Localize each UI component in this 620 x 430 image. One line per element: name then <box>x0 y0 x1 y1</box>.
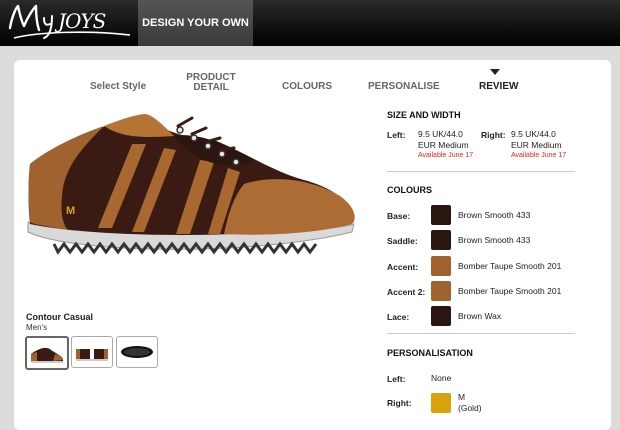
size-left-label: Left: <box>387 130 406 140</box>
personalisation-right-value: M <box>458 392 466 402</box>
colour-name-accent-2: Bomber Taupe Smooth 201 <box>458 286 562 296</box>
product-name: Contour Casual <box>26 312 94 322</box>
thumbnail-side-view[interactable] <box>25 336 69 370</box>
colour-label-base: Base: <box>387 211 411 221</box>
width-right-value: EUR Medium <box>511 140 562 150</box>
current-step-arrow-icon <box>490 69 500 75</box>
shoe-pair-thumbnail-icon <box>76 349 108 361</box>
personalisation-left-value: None <box>431 373 452 383</box>
colour-swatch-lace <box>431 306 451 326</box>
size-right-label: Right: <box>481 130 506 140</box>
colour-swatch-base <box>431 205 451 225</box>
personalisation-right-label: Right: <box>387 398 412 408</box>
colour-label-accent-2: Accent 2: <box>387 287 426 297</box>
svg-text:JOYS: JOYS <box>54 9 106 33</box>
personalisation-left-label: Left: <box>387 374 406 384</box>
colour-label-accent: Accent: <box>387 262 419 272</box>
design-your-own-tab[interactable]: DESIGN YOUR OWN <box>138 0 253 46</box>
colour-swatch-accent-2 <box>431 281 451 301</box>
colour-swatch-accent <box>431 256 451 276</box>
colour-label-lace: Lace: <box>387 312 410 322</box>
shoe-sole-thumbnail-icon <box>121 346 153 358</box>
monogram-text: M <box>66 205 75 217</box>
top-bar: JOYS DESIGN YOUR OWN <box>0 0 620 46</box>
thumbnail-pair-view[interactable] <box>71 336 113 368</box>
right-availability: Available June 17 <box>511 152 567 159</box>
step-review[interactable]: REVIEW <box>479 82 518 92</box>
width-left-value: EUR Medium <box>418 140 469 150</box>
size-left-value: 9.5 UK/44.0 <box>418 129 463 139</box>
colour-label-saddle: Saddle: <box>387 236 418 246</box>
left-availability: Available June 17 <box>418 152 474 159</box>
divider <box>387 171 575 172</box>
product-gender: Men's <box>26 323 48 332</box>
step-personalise[interactable]: PERSONALISE <box>368 82 440 92</box>
colour-name-saddle: Brown Smooth 433 <box>458 235 531 245</box>
shoe-preview-image: M <box>27 114 355 255</box>
colour-name-accent: Bomber Taupe Smooth 201 <box>458 261 562 271</box>
colours-title: COLOURS <box>387 185 432 195</box>
myjoys-logo[interactable]: JOYS <box>8 2 133 44</box>
shoe-side-thumbnail-icon <box>31 347 63 363</box>
divider <box>387 333 575 334</box>
colour-name-base: Brown Smooth 433 <box>458 210 531 220</box>
size-width-title: SIZE AND WIDTH <box>387 110 461 120</box>
logo-swoosh-icon: JOYS <box>8 4 131 39</box>
personalisation-title: PERSONALISATION <box>387 348 473 358</box>
thumbnail-sole-view[interactable] <box>116 336 158 368</box>
colour-name-lace: Brown Wax <box>458 311 502 321</box>
personalisation-gold-swatch <box>431 393 451 413</box>
size-right-value: 9.5 UK/44.0 <box>511 129 556 139</box>
colour-swatch-saddle <box>431 230 451 250</box>
personalisation-right-color: (Gold) <box>458 403 482 413</box>
